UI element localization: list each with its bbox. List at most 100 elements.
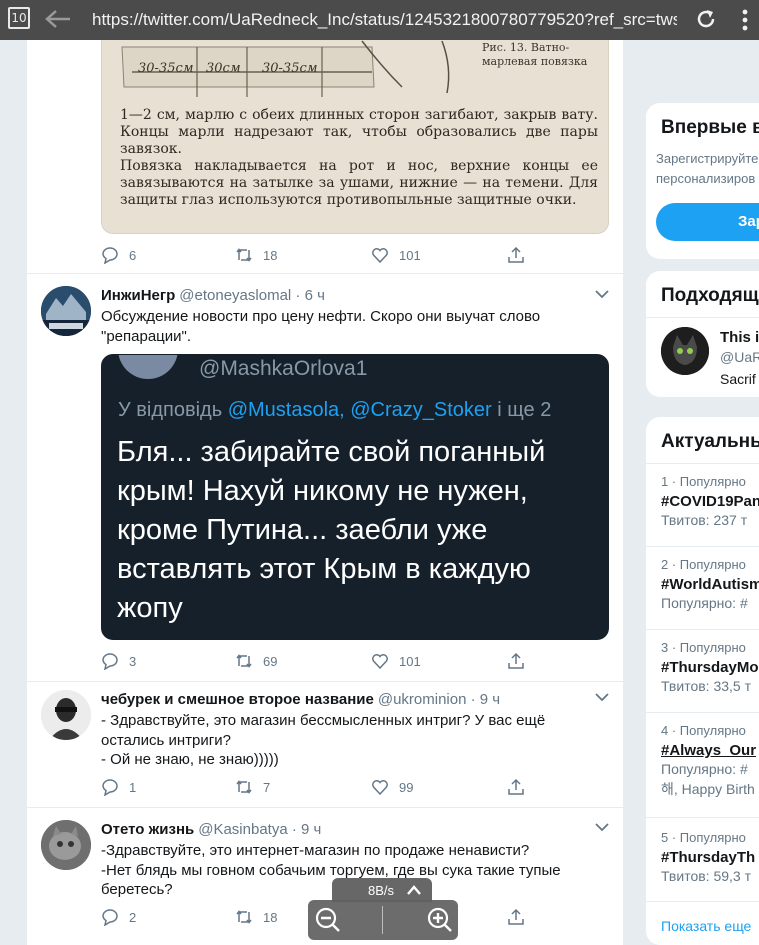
- avatar[interactable]: [41, 690, 91, 740]
- like-button[interactable]: 99: [371, 778, 413, 796]
- retweet-count: 18: [263, 247, 278, 263]
- tweet-actions: 6 18 101: [101, 246, 541, 268]
- tweet-time[interactable]: · 9 ч: [292, 821, 322, 838]
- trends-card: Актуальны 1 · Популярно #COVID19Pan Твит…: [646, 417, 759, 945]
- avatar[interactable]: [41, 820, 91, 870]
- tweet-header: Отето жизнь @Kasinbatya · 9 ч: [101, 821, 321, 838]
- trend-name: #COVID19Pan: [661, 493, 759, 510]
- like-button[interactable]: 101: [371, 246, 421, 264]
- signup-button[interactable]: Зар: [656, 203, 759, 241]
- divider: [646, 463, 759, 464]
- share-button[interactable]: [507, 246, 535, 264]
- trend-meta: 2 · Популярно: [661, 557, 746, 572]
- address-bar[interactable]: https://twitter.com/UaRedneck_Inc/status…: [92, 10, 677, 30]
- reload-icon[interactable]: [694, 7, 718, 31]
- reply-button[interactable]: 1: [101, 778, 136, 796]
- trend-item[interactable]: 2 · Популярно #WorldAutism Популярно: #: [661, 557, 759, 611]
- trend-count: Твитов: 237 т: [661, 512, 748, 528]
- tweet[interactable]: 30-35см 30см 30-35см Рис. 13. Ватно-марл…: [27, 40, 625, 274]
- avatar[interactable]: [41, 286, 91, 336]
- share-icon: [508, 246, 524, 263]
- figure-label: 30см: [206, 61, 241, 76]
- share-button[interactable]: [507, 652, 535, 670]
- divider: [646, 629, 759, 630]
- retweet-button[interactable]: 18: [235, 246, 277, 264]
- signup-card: Впервые в Зарегистрируйте персонализиров…: [646, 103, 759, 259]
- retweet-button[interactable]: 69: [235, 652, 277, 670]
- signup-title: Впервые в: [661, 117, 759, 138]
- trend-item[interactable]: 4 · Популярно #Always_Our Популярно: # 해…: [661, 723, 756, 799]
- trend-item[interactable]: 3 · Популярно #ThursdayMo Твитов: 33,5 т: [661, 640, 759, 694]
- reply-icon: [102, 653, 118, 670]
- network-speed-indicator[interactable]: 8B/s: [332, 878, 432, 902]
- reply-button[interactable]: 2: [101, 908, 136, 926]
- trend-name: #ThursdayMo: [661, 659, 759, 676]
- author-name[interactable]: ИнжиНегр: [101, 287, 175, 304]
- zoom-in-icon[interactable]: [426, 906, 454, 934]
- trend-item[interactable]: 1 · Популярно #COVID19Pan Твитов: 237 т: [661, 474, 759, 528]
- tweet-image[interactable]: @MashkaOrlova1 У відповідь @Mustasola, @…: [101, 354, 609, 640]
- like-button[interactable]: 101: [371, 652, 421, 670]
- tweet-time[interactable]: · 6 ч: [295, 287, 325, 304]
- tweet-header: ИнжиНегр @etoneyaslomal · 6 ч: [101, 287, 325, 304]
- share-icon: [508, 908, 524, 925]
- zoom-controls: [308, 900, 458, 940]
- chevron-down-icon[interactable]: [595, 289, 609, 299]
- trend-name: #Always_Our: [661, 742, 757, 759]
- suggested-user-name[interactable]: This i: [720, 329, 759, 346]
- tweet[interactable]: ИнжиНегр @etoneyaslomal · 6 ч Обсуждение …: [27, 274, 625, 682]
- retweet-button[interactable]: 18: [235, 908, 277, 926]
- signup-subtitle: персонализиров: [656, 171, 756, 186]
- share-button[interactable]: [507, 908, 535, 926]
- tab-switcher-button[interactable]: 10: [8, 7, 30, 29]
- trend-meta: 5 · Популярно: [661, 830, 746, 845]
- back-arrow-icon[interactable]: [44, 8, 72, 30]
- retweet-icon: [236, 910, 252, 924]
- suggested-user-handle[interactable]: @UaR: [720, 349, 759, 365]
- author-handle[interactable]: @etoneyaslomal: [179, 287, 291, 304]
- tweet[interactable]: чебурек и смешное второе название @ukromi…: [27, 682, 625, 808]
- author-name[interactable]: Отето жизнь: [101, 821, 194, 838]
- retweet-count: 69: [263, 653, 278, 669]
- reply-handles: @Mustasola, @Crazy_Stoker: [227, 399, 492, 421]
- trend-count: Популярно: #: [661, 761, 748, 777]
- author-handle[interactable]: @ukrominion: [378, 691, 467, 708]
- reply-button[interactable]: 6: [101, 246, 136, 264]
- reply-button[interactable]: 3: [101, 652, 136, 670]
- chevron-down-icon[interactable]: [595, 822, 609, 832]
- share-button[interactable]: [507, 778, 535, 796]
- reply-icon: [102, 909, 118, 926]
- avatar-image: [41, 820, 91, 870]
- avatar-image: [661, 327, 709, 375]
- trend-meta: 3 · Популярно: [661, 640, 746, 655]
- signup-subtitle: Зарегистрируйте: [656, 151, 759, 166]
- author-name[interactable]: чебурек и смешное второе название: [101, 691, 374, 708]
- tweet-text: Обсуждение новости про цену нефти. Скоро…: [101, 308, 541, 345]
- book-text: 1—2 см, марлю с обеих длинных сторон заг…: [120, 107, 598, 208]
- divider: [646, 712, 759, 713]
- trend-name: #WorldAutism: [661, 576, 759, 593]
- divider: [382, 906, 383, 934]
- share-icon: [508, 652, 524, 669]
- tweet-image[interactable]: 30-35см 30см 30-35см Рис. 13. Ватно-марл…: [101, 40, 609, 234]
- figure-label: 30-35см: [138, 61, 194, 76]
- reply-count: 6: [129, 247, 137, 263]
- zoom-out-icon[interactable]: [314, 906, 342, 934]
- retweet-button[interactable]: 7: [235, 778, 270, 796]
- author-handle[interactable]: @Kasinbatya: [198, 821, 287, 838]
- embedded-avatar: [118, 355, 178, 379]
- tweet-actions: 3 69 101: [101, 652, 541, 674]
- retweet-count: 7: [263, 779, 271, 795]
- like-count: 99: [399, 779, 414, 795]
- chevron-down-icon[interactable]: [595, 692, 609, 702]
- right-sidebar: Впервые в Зарегистрируйте персонализиров…: [644, 40, 759, 945]
- trend-item[interactable]: 5 · Популярно #ThursdayTh Твитов: 59,3 т: [661, 830, 755, 884]
- reply-suffix: і ще 2: [497, 399, 552, 421]
- embedded-handle: @MashkaOrlova1: [199, 357, 368, 380]
- overflow-menu-icon[interactable]: [740, 8, 750, 32]
- avatar[interactable]: [661, 327, 709, 375]
- trends-title: Актуальны: [661, 431, 759, 452]
- tweet-time[interactable]: · 9 ч: [471, 691, 501, 708]
- chevron-up-icon: [407, 885, 421, 895]
- show-more-link[interactable]: Показать еще: [661, 918, 751, 934]
